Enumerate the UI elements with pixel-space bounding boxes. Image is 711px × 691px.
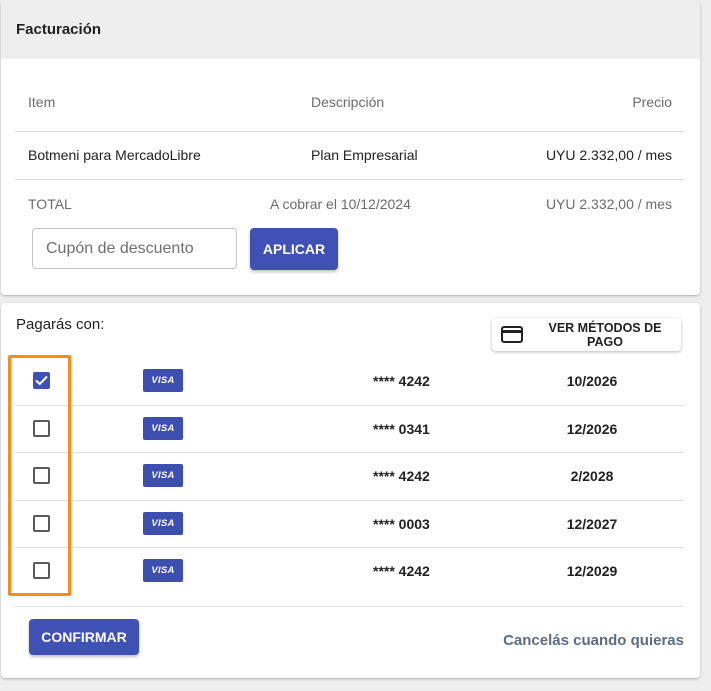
item-price: UYU 2.332,00 / mes [545,147,672,163]
card-checkbox[interactable] [33,515,50,532]
payment-card-row[interactable]: VISA **** 4242 2/2028 [15,452,684,499]
card-number: **** 0341 [373,421,430,437]
visa-icon: VISA [143,369,183,392]
card-checkbox[interactable] [33,562,50,579]
visa-icon: VISA [143,464,183,487]
charge-date: A cobrar el 10/12/2024 [270,196,411,212]
apply-coupon-button[interactable]: APLICAR [250,228,338,270]
card-number: **** 4242 [373,563,430,579]
card-expiry: 12/2029 [566,563,618,579]
divider [15,405,684,406]
visa-icon: VISA [143,512,183,535]
payment-label: Pagarás con: [16,316,105,333]
divider [15,131,684,132]
column-item: Item [28,94,56,110]
visa-icon: VISA [143,417,183,440]
divider [15,452,684,453]
item-description: Plan Empresarial [311,147,418,163]
item-name: Botmeni para MercadoLibre [28,147,201,163]
card-expiry: 12/2027 [566,516,618,532]
payment-card-row[interactable]: VISA **** 4242 10/2026 [15,357,684,404]
check-icon [35,375,48,386]
billing-title: Facturación [1,0,700,59]
total-label: TOTAL [28,196,72,212]
coupon-input[interactable] [32,228,237,269]
view-payment-methods-label: VER MÉTODOS DE PAGO [548,320,662,349]
confirm-button[interactable]: CONFIRMAR [29,619,139,655]
card-checkbox[interactable] [33,467,50,484]
card-expiry: 10/2026 [566,373,618,389]
card-number: **** 0003 [373,516,430,532]
payment-card-row[interactable]: VISA **** 0003 12/2027 [15,500,684,547]
card-checkbox[interactable] [33,420,50,437]
divider [15,547,684,548]
card-number: **** 4242 [373,468,430,484]
visa-icon: VISA [143,559,183,582]
column-price: Precio [632,94,672,110]
column-description: Descripción [311,94,385,110]
credit-card-icon [501,326,523,343]
divider [15,606,684,607]
divider [15,179,684,180]
cancel-anytime-link[interactable]: Cancelás cuando quieras [503,632,684,649]
card-number: **** 4242 [373,373,430,389]
card-expiry: 2/2028 [570,468,614,484]
view-payment-methods-button[interactable]: VER MÉTODOS DE PAGO [492,318,681,351]
payment-card-row[interactable]: VISA **** 0341 12/2026 [15,405,684,452]
divider [15,500,684,501]
card-expiry: 12/2026 [566,421,618,437]
payment-card-row[interactable]: VISA **** 4242 12/2029 [15,547,684,594]
total-price: UYU 2.332,00 / mes [545,196,672,212]
card-checkbox[interactable] [33,372,50,389]
